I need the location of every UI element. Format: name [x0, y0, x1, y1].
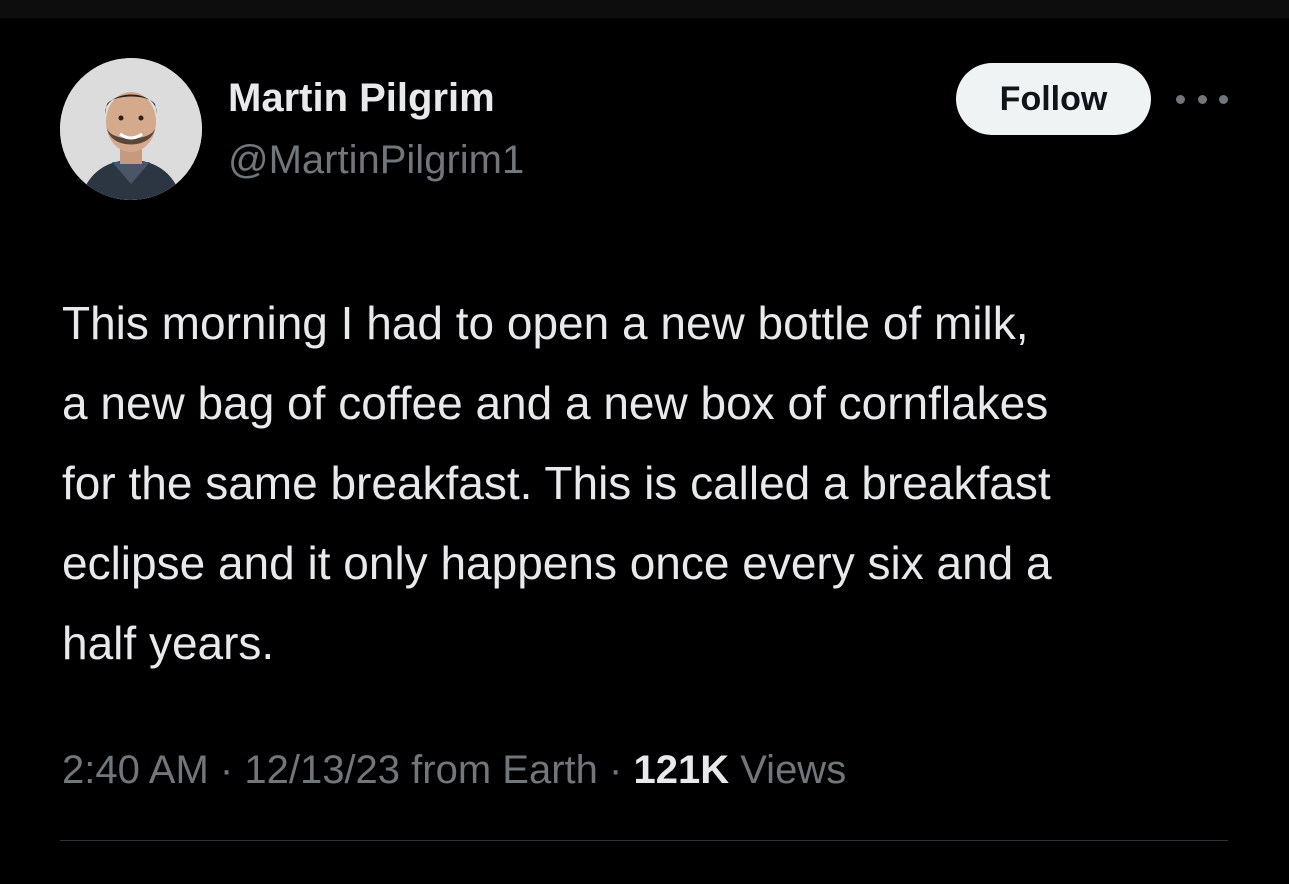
- tweet-time[interactable]: 2:40 AM: [62, 748, 209, 792]
- author-display-name[interactable]: Martin Pilgrim: [228, 76, 495, 121]
- author-handle[interactable]: @MartinPilgrim1: [228, 138, 524, 183]
- tweet-text-line: This morning I had to open a new bottle …: [62, 297, 1029, 349]
- more-options-button[interactable]: [1176, 84, 1228, 114]
- tweet-text-line: eclipse and it only happens once every s…: [62, 537, 1052, 589]
- meta-separator: ·: [609, 748, 623, 792]
- ellipsis-icon: [1219, 94, 1228, 104]
- tweet-text-line: for the same breakfast. This is called a…: [62, 457, 1051, 509]
- tweet-card: Martin Pilgrim @MartinPilgrim1 Follow Th…: [0, 18, 1289, 884]
- tweet-text-line: half years.: [62, 617, 275, 669]
- tweet-date-source[interactable]: 12/13/23 from Earth: [244, 748, 598, 792]
- views-count: 121K: [633, 748, 730, 792]
- top-bar: [0, 0, 1289, 18]
- tweet-text-line: a new bag of coffee and a new box of cor…: [62, 377, 1049, 429]
- tweet-meta: 2:40 AM · 12/13/23 from Earth · 121K Vie…: [62, 748, 846, 793]
- divider: [60, 840, 1228, 841]
- views-label: Views: [740, 748, 847, 792]
- ellipsis-icon: [1176, 94, 1185, 104]
- profile-photo-icon: [60, 58, 202, 200]
- avatar[interactable]: [60, 58, 202, 200]
- follow-button[interactable]: Follow: [956, 63, 1151, 135]
- ellipsis-icon: [1197, 94, 1207, 104]
- tweet-text: This morning I had to open a new bottle …: [62, 283, 1242, 683]
- meta-separator: ·: [219, 748, 234, 792]
